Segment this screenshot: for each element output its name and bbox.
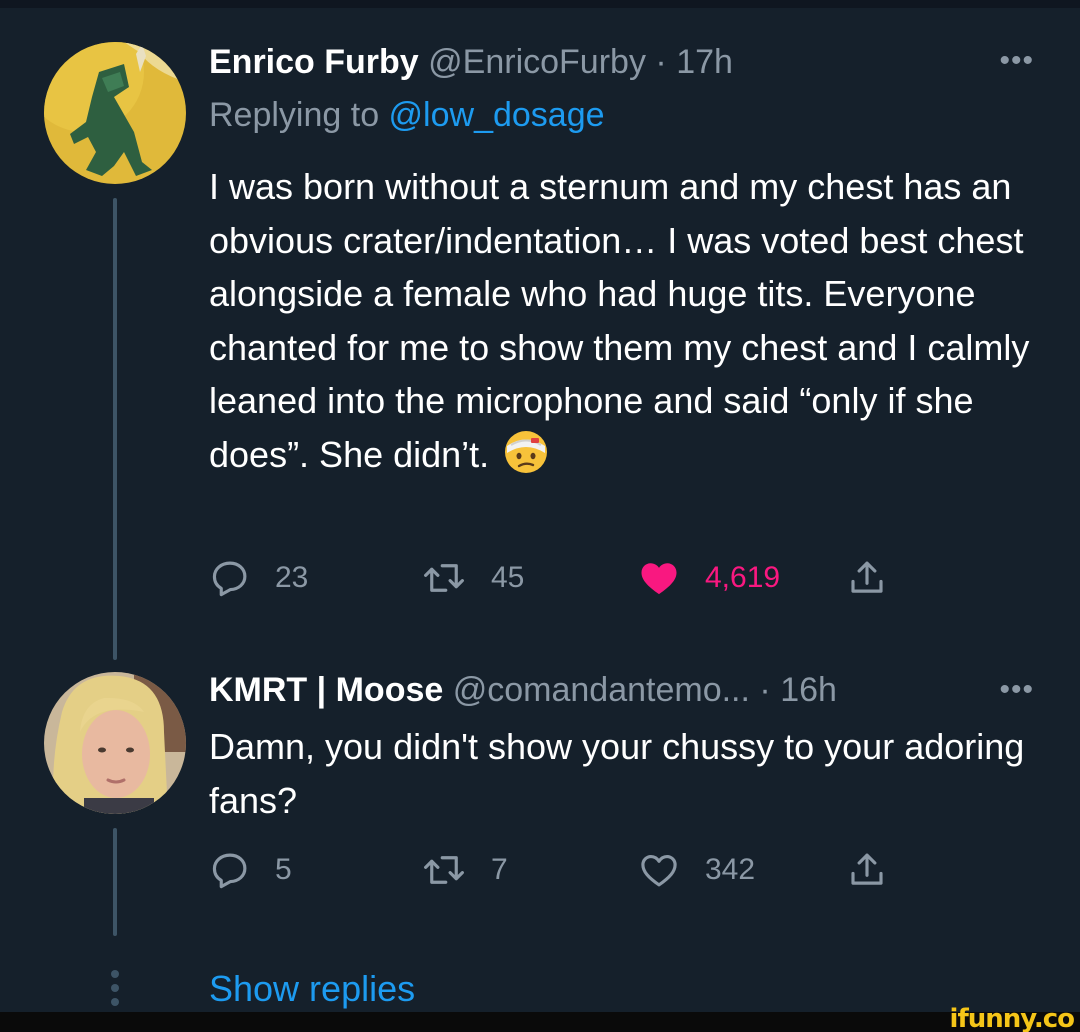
top-divider bbox=[0, 0, 1080, 8]
tweet-actions: 5 7 342 bbox=[209, 846, 909, 894]
retweet-action[interactable]: 7 bbox=[421, 846, 508, 894]
separator-dot: · bbox=[759, 671, 771, 709]
user-handle[interactable]: @comandantemo... bbox=[453, 671, 750, 709]
reply-action[interactable]: 23 bbox=[209, 554, 308, 602]
retweet-count: 45 bbox=[491, 561, 525, 594]
replying-to-label: Replying to bbox=[209, 96, 389, 134]
more-options-icon[interactable]: ••• bbox=[999, 44, 1034, 78]
thread-line bbox=[113, 828, 117, 936]
display-name[interactable]: Enrico Furby bbox=[209, 43, 419, 81]
heart-outline-icon bbox=[641, 854, 677, 887]
share-action[interactable] bbox=[845, 846, 889, 894]
user-handle[interactable]: @EnricoFurby bbox=[428, 43, 646, 81]
like-count: 4,619 bbox=[705, 561, 781, 594]
avatar-image bbox=[44, 42, 186, 184]
reply-count: 5 bbox=[275, 853, 292, 886]
retweet-icon bbox=[424, 564, 464, 592]
replying-to: Replying to @low_dosage bbox=[209, 96, 605, 135]
reply-icon bbox=[212, 561, 247, 597]
like-action[interactable]: 4,619 bbox=[637, 554, 780, 602]
retweet-icon bbox=[424, 856, 464, 884]
more-options-icon[interactable]: ••• bbox=[999, 673, 1034, 707]
timestamp[interactable]: 17h bbox=[676, 43, 733, 81]
separator-dot: · bbox=[655, 43, 667, 81]
retweet-action[interactable]: 45 bbox=[421, 554, 524, 602]
thread-dots-icon bbox=[108, 970, 122, 1012]
avatar-enrico[interactable] bbox=[44, 42, 186, 184]
tweet-actions: 23 45 4,619 bbox=[209, 554, 909, 602]
like-count: 342 bbox=[705, 853, 756, 886]
tweet-header: Enrico Furby @EnricoFurby · 17h bbox=[209, 42, 733, 82]
reply-count: 23 bbox=[275, 561, 309, 594]
heart-filled-icon bbox=[641, 563, 677, 595]
share-icon bbox=[851, 561, 883, 593]
share-icon bbox=[851, 853, 883, 885]
tweet-text-content: Damn, you didn't show your chussy to you… bbox=[209, 726, 1025, 821]
replying-to-handle[interactable]: @low_dosage bbox=[389, 96, 605, 134]
like-action[interactable]: 342 bbox=[637, 846, 755, 894]
reply-icon bbox=[212, 853, 247, 889]
tweet-header: KMRT | Moose @comandantemo... · 16h bbox=[209, 670, 837, 710]
show-replies-link[interactable]: Show replies bbox=[209, 968, 415, 1010]
bottom-bar bbox=[0, 1012, 1080, 1032]
tweet-text: Damn, you didn't show your chussy to you… bbox=[209, 720, 1039, 827]
thread-line bbox=[113, 198, 117, 660]
retweet-count: 7 bbox=[491, 853, 508, 886]
share-action[interactable] bbox=[845, 554, 889, 602]
reply-action[interactable]: 5 bbox=[209, 846, 292, 894]
timestamp[interactable]: 16h bbox=[780, 671, 837, 709]
tweet-text-content: I was born without a sternum and my ches… bbox=[209, 166, 1030, 475]
avatar-image bbox=[44, 672, 186, 814]
avatar-kmrt[interactable] bbox=[44, 672, 186, 814]
face-with-head-bandage-icon bbox=[503, 429, 549, 490]
watermark: ifunny.co bbox=[949, 1004, 1075, 1032]
tweet-text: I was born without a sternum and my ches… bbox=[209, 160, 1039, 489]
display-name[interactable]: KMRT | Moose bbox=[209, 671, 443, 709]
